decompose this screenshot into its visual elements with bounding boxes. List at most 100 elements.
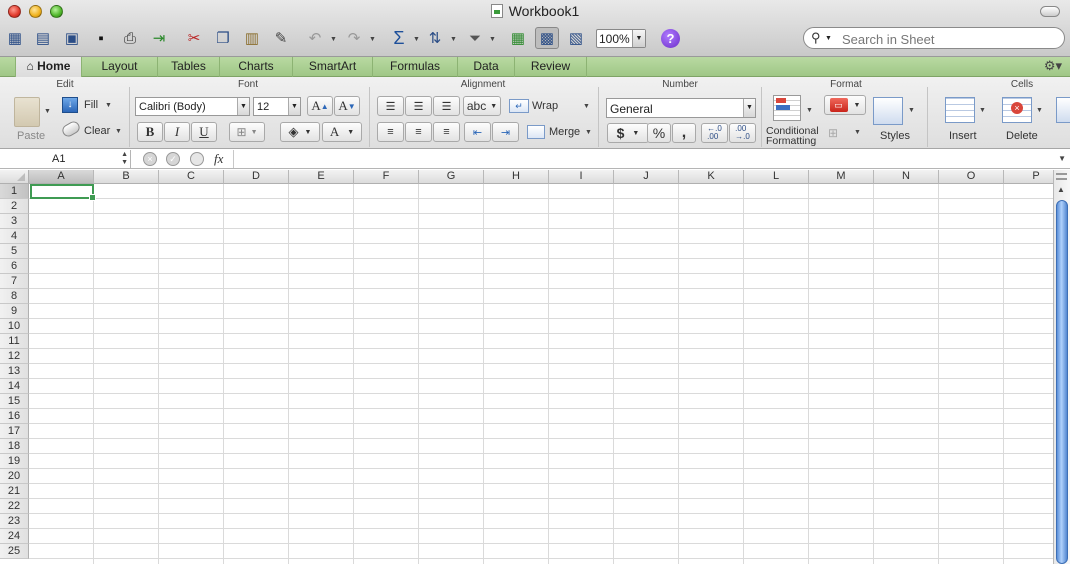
number-format-select[interactable]: General ▼ [606,98,756,118]
fill-label[interactable]: Fill [84,99,98,111]
open-icon[interactable]: ▣ [61,27,83,49]
tab-tables[interactable]: Tables [158,57,220,77]
column-header-n[interactable]: N [874,170,939,184]
row-header-14[interactable]: 14 [0,379,29,394]
currency-button[interactable]: $ ▼ [607,123,649,143]
undo-icon[interactable]: ↶ [304,27,326,49]
comma-button[interactable]: , [672,123,696,143]
align-top-button[interactable]: ☰ [377,96,404,116]
help-icon[interactable]: ? [661,29,680,48]
wrap-label[interactable]: Wrap [532,100,558,112]
fill-dropdown-icon[interactable]: ▼ [105,102,112,109]
delete-dropdown-icon[interactable]: ▼ [1036,107,1043,114]
row-header-5[interactable]: 5 [0,244,29,259]
row-header-6[interactable]: 6 [0,259,29,274]
row-header-20[interactable]: 20 [0,469,29,484]
sort-icon[interactable]: ⇅ [424,27,446,49]
import-icon[interactable]: ⇥ [148,27,170,49]
tab-data[interactable]: Data [458,57,515,77]
fx-icon[interactable]: fx [214,151,223,167]
scroll-up-icon[interactable]: ▲ [1057,185,1065,194]
row-header-2[interactable]: 2 [0,199,29,214]
row-header-3[interactable]: 3 [0,214,29,229]
templates-icon[interactable]: ▤ [32,27,54,49]
format-grid-dropdown-icon[interactable]: ▼ [854,129,861,136]
column-header-d[interactable]: D [224,170,289,184]
fill-color-dropdown-icon[interactable]: ▼ [305,129,312,136]
fill-icon[interactable]: ↓ [62,97,78,113]
column-header-j[interactable]: J [614,170,679,184]
row-header-18[interactable]: 18 [0,439,29,454]
grow-font-button[interactable]: A ▲ [307,96,333,116]
column-header-e[interactable]: E [289,170,354,184]
sort-dropdown-icon[interactable]: ▼ [450,36,457,43]
decrease-indent-button[interactable]: ⇤ [464,122,491,142]
percent-button[interactable]: % [647,123,671,143]
undo-dropdown-icon[interactable]: ▼ [330,36,337,43]
italic-button[interactable]: I [164,122,190,142]
row-header-22[interactable]: 22 [0,499,29,514]
autosum-dropdown-icon[interactable]: ▼ [413,36,420,43]
delete-label[interactable]: Delete [1006,130,1038,142]
media-icon[interactable]: ▧ [565,27,587,49]
column-header-f[interactable]: F [354,170,419,184]
styles-dropdown-icon[interactable]: ▼ [908,107,915,114]
gear-icon[interactable]: ⚙▾ [1044,58,1062,74]
split-handle-icon[interactable] [1056,173,1067,180]
toolbar-toggle-button[interactable] [1040,6,1060,17]
redo-icon[interactable]: ↷ [343,27,365,49]
row-header-15[interactable]: 15 [0,394,29,409]
font-color-button[interactable]: A ▼ [322,122,362,142]
column-header-l[interactable]: L [744,170,809,184]
insert-label[interactable]: Insert [949,130,977,142]
row-header-21[interactable]: 21 [0,484,29,499]
styles-icon[interactable] [873,97,903,125]
search-field[interactable]: ⚲ ▼ Search in Sheet [803,27,1065,49]
align-center-button[interactable]: ≡ [405,122,432,142]
merge-dropdown-icon[interactable]: ▼ [585,129,592,136]
zoom-select[interactable]: 100% ▼ [596,29,646,48]
formula-input[interactable] [240,153,1040,167]
select-all-corner[interactable] [0,170,29,184]
column-header-c[interactable]: C [159,170,224,184]
font-size-select[interactable]: 12 ▼ [253,97,301,116]
row-header-4[interactable]: 4 [0,229,29,244]
row-header-24[interactable]: 24 [0,529,29,544]
search-options-icon[interactable]: ▼ [825,35,832,42]
format-cells-icon[interactable] [1056,97,1070,123]
clear-label[interactable]: Clear [84,125,110,137]
expand-formula-icon[interactable]: ▼ [1058,154,1066,163]
vertical-scrollbar[interactable]: ▲ [1053,170,1070,564]
font-name-select[interactable]: Calibri (Body) ▼ [135,97,250,116]
row-header-7[interactable]: 7 [0,274,29,289]
fill-color-button[interactable]: ◈ ▼ [280,122,320,142]
orientation-dropdown-icon[interactable]: ▼ [490,103,497,110]
row-header-25[interactable]: 25 [0,544,29,559]
currency-dropdown-icon[interactable]: ▼ [632,130,639,137]
row-header-9[interactable]: 9 [0,304,29,319]
increase-decimal-button[interactable]: ←.0 .00 [701,123,728,143]
row-header-8[interactable]: 8 [0,289,29,304]
font-name-dropdown-icon[interactable]: ▼ [237,98,249,115]
cancel-entry-icon[interactable]: × [143,152,157,166]
shrink-font-button[interactable]: A ▼ [334,96,360,116]
decrease-decimal-button[interactable]: .00 →.0 [729,123,756,143]
column-header-k[interactable]: K [679,170,744,184]
align-right-button[interactable]: ≡ [433,122,460,142]
cut-icon[interactable]: ✂ [183,27,205,49]
row-header-19[interactable]: 19 [0,454,29,469]
column-header-a[interactable]: A [29,170,94,184]
align-left-button[interactable]: ≡ [377,122,404,142]
column-header-b[interactable]: B [94,170,159,184]
tab-review[interactable]: Review [515,57,587,77]
merge-label[interactable]: Merge [549,126,580,138]
spreadsheet-grid[interactable]: A B C D E F G H I J K L M N O P 1 2 3 4 5 6 7 8 9 10 11 12 13 14 15 16 1… [0,170,1053,564]
paste-large-icon[interactable] [14,97,40,127]
confirm-entry-icon[interactable]: ✓ [166,152,180,166]
filter-dropdown-icon[interactable]: ▼ [489,36,496,43]
row-header-17[interactable]: 17 [0,424,29,439]
column-header-p[interactable]: P [1004,170,1053,184]
orientation-button[interactable]: abc ▼ [463,96,501,116]
print-icon[interactable]: ⎙ [119,27,141,49]
conditional-formatting-label[interactable]: Conditional Formatting [766,126,819,147]
